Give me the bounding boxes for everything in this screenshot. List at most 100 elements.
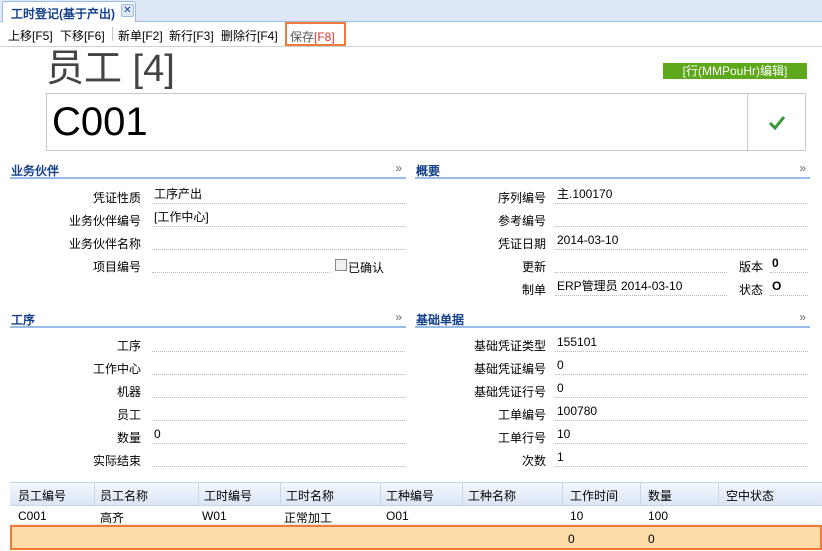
column-header[interactable]: 员工编号: [18, 487, 66, 504]
status-value: O: [770, 278, 808, 296]
field-label: 次数: [521, 454, 546, 468]
times-field[interactable]: 1: [555, 449, 808, 467]
total-quantity: 0: [648, 532, 655, 546]
base-doc-type-field[interactable]: 155101: [555, 334, 808, 352]
toolbar: 上移[F5] 下移[F6] 新单[F2] 新行[F3] 删除行[F4] 保存[F…: [0, 22, 822, 47]
field-label: 基础凭证行号: [473, 385, 546, 399]
cell-work-type-number: O01: [386, 509, 409, 523]
edit-mode-badge: [行(MMPouHr)编辑]: [663, 63, 807, 79]
work-center-field[interactable]: [152, 357, 405, 375]
work-order-line-field[interactable]: 10: [555, 426, 808, 444]
cell-employee-name: 高齐: [100, 511, 125, 525]
reference-number-field[interactable]: [555, 209, 808, 227]
cell-employee-number: C001: [18, 509, 47, 523]
field-label: 员工: [116, 408, 141, 422]
confirmed-label: 已确认: [348, 261, 385, 275]
section-overview[interactable]: 概要 »: [415, 161, 810, 179]
process-field[interactable]: [152, 334, 405, 352]
field-label: 更新: [521, 260, 546, 274]
confirm-button[interactable]: [747, 94, 805, 150]
move-up-button[interactable]: 上移[F5]: [8, 27, 53, 44]
tab-bar: 工时登记(基于产出) ✕: [0, 0, 822, 22]
field-label: 工单编号: [497, 408, 546, 422]
tab-title: 工时登记(基于产出): [11, 7, 115, 21]
toolbar-separator: [112, 27, 113, 41]
column-separator: [94, 483, 95, 507]
actual-end-field[interactable]: [152, 449, 405, 467]
field-label: 机器: [116, 385, 141, 399]
column-header[interactable]: 工种名称: [468, 487, 516, 504]
section-title: 基础单据: [416, 313, 465, 327]
new-row-button[interactable]: 新行[F3]: [169, 27, 214, 44]
field-label: 凭证性质: [92, 191, 141, 205]
totals-row: 0 0: [10, 525, 822, 550]
field-label: 参考编号: [497, 214, 546, 228]
partner-name-field[interactable]: [152, 232, 405, 250]
page-title: 员工 [4]: [46, 48, 175, 90]
cell-quantity: 100: [648, 509, 669, 523]
column-header[interactable]: 工作时间: [570, 487, 618, 504]
collapse-icon[interactable]: »: [395, 161, 402, 175]
serial-number-field[interactable]: 主.100170: [555, 186, 808, 204]
column-header[interactable]: 员工名称: [100, 487, 148, 504]
column-separator: [198, 483, 199, 507]
section-base-document[interactable]: 基础单据 »: [415, 310, 810, 328]
document-date-field[interactable]: 2014-03-10: [555, 232, 808, 250]
base-doc-number-field[interactable]: 0: [555, 357, 808, 375]
column-separator: [462, 483, 463, 507]
collapse-icon[interactable]: »: [395, 310, 402, 324]
quantity-field[interactable]: 0: [152, 426, 405, 444]
field-label: 业务伙伴编号: [68, 214, 141, 228]
field-label: 制单: [521, 283, 546, 297]
tab-work-hour-registration[interactable]: 工时登记(基于产出) ✕: [2, 1, 136, 22]
confirmed-checkbox[interactable]: [335, 259, 347, 271]
move-down-button[interactable]: 下移[F6]: [60, 27, 105, 44]
total-work-time: 0: [568, 532, 575, 546]
collapse-icon[interactable]: »: [799, 161, 806, 175]
field-label: 基础凭证编号: [473, 362, 546, 376]
work-order-number-field[interactable]: 100780: [555, 403, 808, 421]
save-label: 保存: [290, 30, 315, 44]
employee-code-value: C001: [52, 100, 148, 144]
delete-row-button[interactable]: 删除行[F4]: [221, 27, 278, 44]
field-label: 数量: [116, 431, 141, 445]
project-number-field[interactable]: [152, 255, 330, 273]
field-label: 实际结束: [92, 454, 141, 468]
field-label: 工作中心: [92, 362, 141, 376]
collapse-icon[interactable]: »: [799, 310, 806, 324]
grid-header: 员工编号 员工名称 工时编号 工时名称 工种编号 工种名称 工作时间 数量 空中…: [10, 482, 822, 507]
column-separator: [380, 483, 381, 507]
save-shortcut: [F8]: [314, 30, 335, 44]
cell-work-hour-number: W01: [202, 509, 227, 523]
created-by-field: ERP管理员 2014-03-10: [555, 278, 727, 296]
column-header[interactable]: 工时名称: [286, 487, 334, 504]
save-button[interactable]: 保存[F8]: [285, 22, 346, 46]
column-separator: [640, 483, 641, 507]
close-icon[interactable]: ✕: [121, 4, 134, 17]
partner-number-field[interactable]: [工作中心]: [152, 209, 405, 227]
cell-work-time: 10: [570, 509, 584, 523]
employee-grid: 员工编号 员工名称 工时编号 工时名称 工种编号 工种名称 工作时间 数量 空中…: [10, 482, 822, 551]
new-document-button[interactable]: 新单[F2]: [118, 27, 163, 44]
section-business-partner[interactable]: 业务伙伴 »: [10, 161, 406, 179]
document-nature-field[interactable]: 工序产出: [152, 186, 405, 204]
version-label: 版本: [738, 260, 763, 274]
table-row[interactable]: C001 高齐 W01 正常加工 O01 10 100: [10, 506, 822, 525]
field-label: 业务伙伴名称: [68, 237, 141, 251]
base-doc-line-field[interactable]: 0: [555, 380, 808, 398]
column-header[interactable]: 工种编号: [386, 487, 434, 504]
employee-field[interactable]: [152, 403, 405, 421]
version-value: 0: [770, 255, 808, 273]
field-label: 工序: [116, 339, 141, 353]
updated-field[interactable]: [555, 255, 727, 273]
column-header[interactable]: 空中状态: [726, 487, 774, 504]
section-process[interactable]: 工序 »: [10, 310, 406, 328]
field-label: 基础凭证类型: [473, 339, 546, 353]
status-label: 状态: [738, 283, 763, 297]
column-header[interactable]: 工时编号: [204, 487, 252, 504]
column-separator: [562, 483, 563, 507]
section-title: 概要: [416, 164, 441, 178]
column-header[interactable]: 数量: [648, 487, 672, 504]
employee-code-field[interactable]: C001: [46, 93, 806, 151]
machine-field[interactable]: [152, 380, 405, 398]
